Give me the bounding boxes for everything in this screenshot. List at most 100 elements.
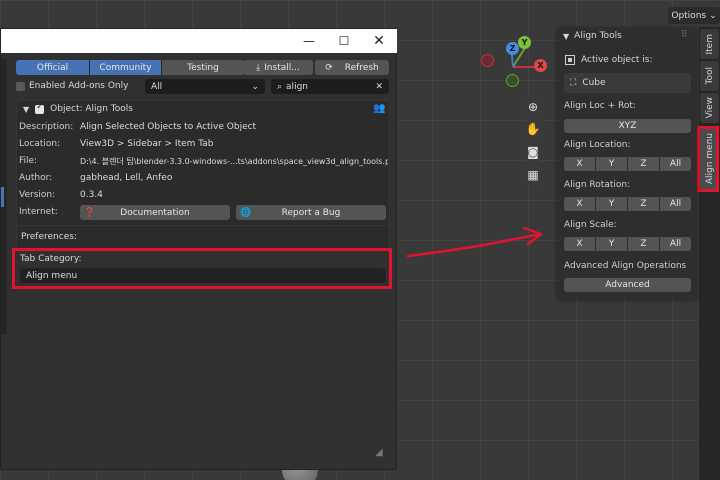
align-rotation-buttons: X Y Z All [564,197,691,211]
selection-box-icon [565,55,575,65]
gizmo-z-ball[interactable]: Z [506,42,519,55]
version-label: Version: [19,190,56,200]
enabled-only-toggle[interactable]: Enabled Add-ons Only [16,81,128,91]
rotation-z-button[interactable]: Z [628,197,659,211]
user-addon-icon: 👥 [373,103,386,114]
align-location-buttons: X Y Z All [564,157,691,171]
search-icon: ⌕ [277,81,283,92]
active-object-label: Active object is: [581,55,653,65]
sidebar-tab-item-label: Item [704,33,715,55]
align-rotation-label: Align Rotation: [564,180,631,190]
window-titlebar[interactable]: — ☐ ✕ [1,29,397,53]
gizmo-neg-x-ball[interactable] [481,54,494,67]
enabled-only-checkbox[interactable] [16,81,25,91]
align-menu-tab-highlight [697,126,719,192]
active-object-value: Cube [582,78,606,88]
category-select[interactable]: All ⌄ [145,79,265,94]
location-y-button[interactable]: Y [596,157,627,171]
active-object-field: ⛶ Cube [564,73,691,93]
description-label: Description: [19,122,74,132]
hand-pan-icon[interactable]: ✋ [522,118,544,140]
report-bug-button[interactable]: 🌐 Report a Bug [236,205,386,220]
align-tools-panel: ▼ Align Tools ⠿ Active object is: ⛶ Cube… [557,27,697,299]
align-loc-rot-label: Align Loc + Rot: [564,101,636,111]
minimize-icon[interactable]: — [299,33,319,49]
tab-official[interactable]: Official [16,60,90,75]
camera-icon[interactable]: ◙ [522,141,544,163]
collapse-triangle-icon[interactable]: ▼ [563,32,569,41]
tab-community[interactable]: Community [90,60,162,75]
scale-all-button[interactable]: All [660,237,691,251]
documentation-button[interactable]: ❓ Documentation [80,205,230,220]
support-level-tabs: Official Community Testing [16,60,244,75]
scale-y-button[interactable]: Y [596,237,627,251]
scale-x-button[interactable]: X [564,237,595,251]
gizmo-x-ball[interactable]: X [534,59,547,72]
gizmo-y-ball[interactable]: Y [518,36,531,49]
panel-header[interactable]: ▼ Align Tools [563,31,622,41]
close-icon[interactable]: ✕ [369,33,389,49]
advanced-button[interactable]: Advanced [564,278,691,292]
preferences-label: Preferences: [21,232,77,242]
report-bug-label: Report a Bug [281,207,341,218]
sidebar-tab-view-label: View [704,97,715,119]
file-label: File: [19,156,38,166]
internet-label: Internet: [19,207,58,217]
align-location-label: Align Location: [564,140,631,150]
addon-header[interactable]: ▼ Object: Align Tools [23,102,133,115]
chevron-down-icon: ⌄ [709,10,717,21]
description-value: Align Selected Objects to Active Object [80,122,257,132]
documentation-label: Documentation [120,207,190,218]
options-label: Options [671,10,707,21]
location-x-button[interactable]: X [564,157,595,171]
addon-preferences-box: Preferences: [16,225,390,249]
nav-active-marker [1,187,4,207]
rotation-x-button[interactable]: X [564,197,595,211]
align-xyz-button[interactable]: XYZ [564,119,691,133]
panel-title: Align Tools [574,31,622,41]
navigation-gizmo[interactable]: X Y Z [476,36,550,96]
sidebar-tab-tool[interactable]: Tool [700,61,719,91]
resize-corner-icon[interactable]: ◢ [375,447,383,458]
tab-category-highlight [12,248,392,289]
align-scale-buttons: X Y Z All [564,237,691,251]
align-scale-label: Align Scale: [564,220,617,230]
location-value: View3D > Sidebar > Item Tab [80,139,214,149]
preferences-window: — ☐ ✕ Official Community Testing ⤓ Insta… [0,28,397,470]
clear-icon[interactable]: ✕ [375,82,383,92]
help-icon: ❓ [84,207,96,218]
version-value: 0.3.4 [80,190,103,200]
globe-icon: 🌐 [240,207,252,218]
sidebar-tab-item[interactable]: Item [700,29,719,59]
expand-triangle-icon[interactable]: ▼ [23,105,29,114]
location-all-button[interactable]: All [660,157,691,171]
rotation-y-button[interactable]: Y [596,197,627,211]
addon-title: Object: Align Tools [50,104,133,114]
refresh-button[interactable]: ⟳ Refresh [315,60,389,75]
panel-grip-icon[interactable]: ⠿ [681,30,688,40]
gizmo-neg-y-ball[interactable] [506,74,519,87]
author-label: Author: [19,173,53,183]
location-z-button[interactable]: Z [628,157,659,171]
zoom-icon[interactable]: ⊕ [522,96,544,118]
enabled-only-label: Enabled Add-ons Only [29,81,129,91]
tab-testing[interactable]: Testing [162,60,244,75]
advanced-ops-label: Advanced Align Operations [564,261,687,271]
object-cube-icon: ⛶ [570,78,577,88]
install-button[interactable]: ⤓ Install... [243,60,313,75]
author-value: gabhead, Lell, Anfeo [80,173,173,183]
category-value: All [151,81,163,92]
scale-z-button[interactable]: Z [628,237,659,251]
options-dropdown[interactable]: Options ⌄ [668,7,720,24]
annotation-arrow [406,226,543,258]
sidebar-tab-view[interactable]: View [700,93,719,123]
download-icon: ⤓ [256,62,261,73]
refresh-icon: ⟳ [325,62,333,73]
active-object-row: Active object is: [565,55,653,65]
grid-ortho-icon[interactable]: ▦ [522,164,544,186]
addon-search-field[interactable]: ⌕ align ✕ [271,79,389,94]
addon-enabled-checkbox[interactable] [35,102,45,114]
maximize-icon[interactable]: ☐ [334,33,354,49]
addon-search-input[interactable]: align [286,82,371,92]
rotation-all-button[interactable]: All [660,197,691,211]
